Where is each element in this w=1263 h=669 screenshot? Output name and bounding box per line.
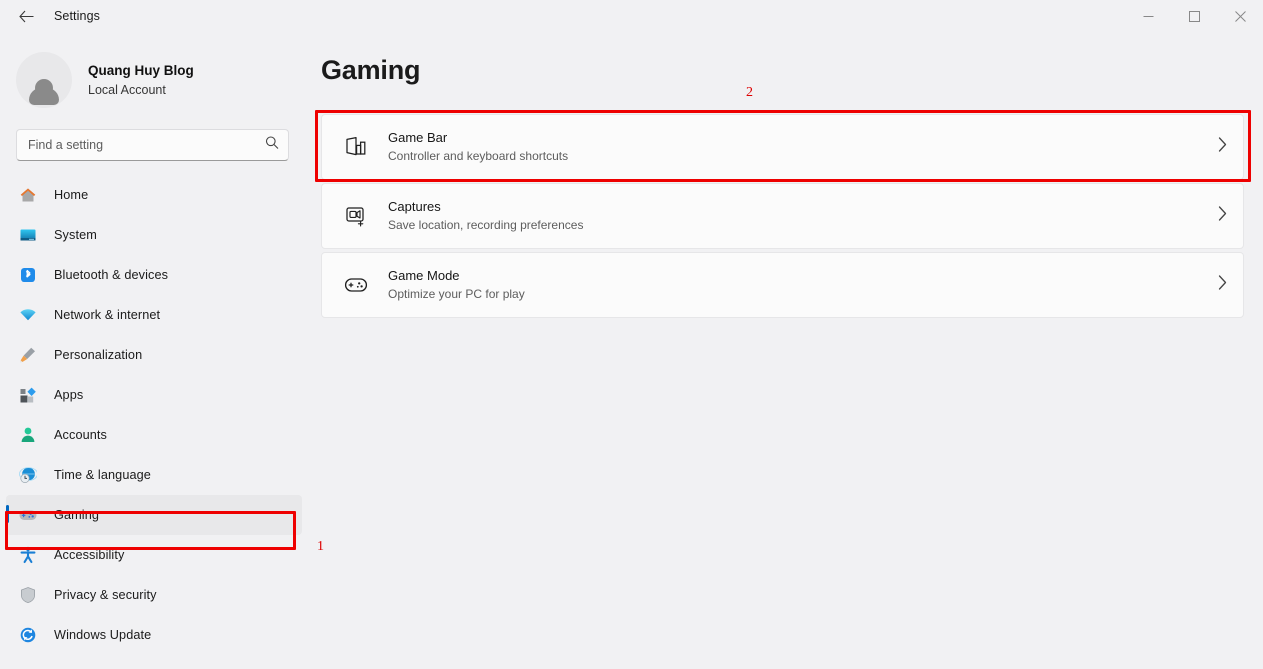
chevron-right-icon xyxy=(1218,206,1227,226)
captures-icon xyxy=(341,205,371,227)
sidebar-item-label: System xyxy=(54,228,97,242)
sidebar-item-label: Time & language xyxy=(54,468,151,482)
app-title: Settings xyxy=(54,9,100,23)
card-subtitle: Controller and keyboard shortcuts xyxy=(388,149,569,163)
sidebar-item-label: Home xyxy=(54,188,89,202)
sidebar-nav: Home System Bluetooth & devices Network … xyxy=(0,175,312,655)
maximize-icon xyxy=(1188,10,1200,22)
card-title: Game Mode xyxy=(388,268,460,283)
title-bar: Settings xyxy=(0,0,1263,32)
search-input[interactable]: Find a setting xyxy=(16,129,289,161)
sidebar-item-label: Windows Update xyxy=(54,628,152,642)
card-title: Game Bar xyxy=(388,130,448,145)
network-icon xyxy=(18,305,38,325)
sidebar-item-label: Apps xyxy=(54,388,84,402)
card-captures[interactable]: Captures Save location, recording prefer… xyxy=(321,183,1244,249)
game-bar-icon xyxy=(341,136,371,158)
account-name: Quang Huy Blog xyxy=(88,62,194,78)
back-arrow-icon xyxy=(18,10,34,23)
main-content: Gaming Game Bar Controller and keyboard … xyxy=(312,32,1263,669)
chevron-right-icon xyxy=(1218,275,1227,295)
sidebar-item-label: Network & internet xyxy=(54,308,161,322)
minimize-button[interactable] xyxy=(1125,0,1171,32)
sidebar-item-apps[interactable]: Apps xyxy=(6,375,302,415)
selection-indicator xyxy=(6,505,9,523)
minimize-icon xyxy=(1143,11,1154,22)
sidebar-item-home[interactable]: Home xyxy=(6,175,302,215)
close-icon xyxy=(1234,10,1246,22)
sidebar-item-label: Privacy & security xyxy=(54,588,157,602)
sidebar-item-windows-update[interactable]: Windows Update xyxy=(6,615,302,655)
card-game-mode[interactable]: Game Mode Optimize your PC for play xyxy=(321,252,1244,318)
sidebar-item-label: Bluetooth & devices xyxy=(54,268,169,282)
sidebar: Quang Huy Blog Local Account Find a sett… xyxy=(0,32,312,669)
home-icon xyxy=(18,185,38,205)
settings-card-list: Game Bar Controller and keyboard shortcu… xyxy=(312,114,1263,318)
accessibility-icon xyxy=(18,545,38,565)
maximize-button[interactable] xyxy=(1171,0,1217,32)
window-controls xyxy=(1125,0,1263,32)
search-icon xyxy=(265,136,279,155)
sidebar-item-label: Accessibility xyxy=(54,548,125,562)
windows-update-icon xyxy=(18,625,38,645)
sidebar-item-bluetooth-devices[interactable]: Bluetooth & devices xyxy=(6,255,302,295)
search-placeholder: Find a setting xyxy=(28,138,104,152)
card-subtitle: Optimize your PC for play xyxy=(388,287,525,301)
sidebar-item-privacy-security[interactable]: Privacy & security xyxy=(6,575,302,615)
apps-icon xyxy=(18,385,38,405)
bluetooth-icon xyxy=(18,265,38,285)
privacy-icon xyxy=(18,585,38,605)
account-summary[interactable]: Quang Huy Blog Local Account xyxy=(16,52,312,108)
page-title: Gaming xyxy=(321,55,421,85)
annotation-number-1: 1 xyxy=(317,539,324,554)
avatar xyxy=(16,52,72,108)
sidebar-item-gaming[interactable]: Gaming xyxy=(6,495,302,535)
sidebar-item-label: Personalization xyxy=(54,348,143,362)
time-language-icon xyxy=(18,465,38,485)
card-title: Captures xyxy=(388,199,441,214)
sidebar-item-personalization[interactable]: Personalization xyxy=(6,335,302,375)
gaming-icon xyxy=(18,505,38,525)
sidebar-item-time-language[interactable]: Time & language xyxy=(6,455,302,495)
system-icon xyxy=(18,225,38,245)
sidebar-item-accounts[interactable]: Accounts xyxy=(6,415,302,455)
annotation-number-2: 2 xyxy=(746,85,753,100)
card-game-bar[interactable]: Game Bar Controller and keyboard shortcu… xyxy=(321,114,1244,180)
accounts-icon xyxy=(18,425,38,445)
sidebar-item-label: Gaming xyxy=(54,508,100,522)
sidebar-item-network-internet[interactable]: Network & internet xyxy=(6,295,302,335)
close-button[interactable] xyxy=(1217,0,1263,32)
sidebar-item-system[interactable]: System xyxy=(6,215,302,255)
back-button[interactable] xyxy=(6,1,46,31)
card-subtitle: Save location, recording preferences xyxy=(388,218,584,232)
game-mode-icon xyxy=(341,275,371,295)
sidebar-item-accessibility[interactable]: Accessibility xyxy=(6,535,302,575)
chevron-right-icon xyxy=(1218,137,1227,157)
account-type: Local Account xyxy=(88,82,166,97)
sidebar-item-label: Accounts xyxy=(54,428,107,442)
personalization-icon xyxy=(18,345,38,365)
